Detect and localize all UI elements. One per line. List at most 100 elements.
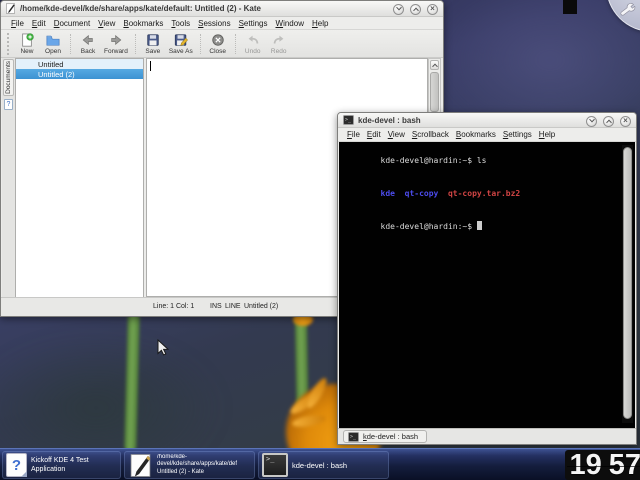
status-document-name: Untitled (2) xyxy=(244,303,278,310)
taskbar-panel: ? Kickoff KDE 4 Test Application /home/k… xyxy=(0,448,640,480)
document-list-item[interactable]: Untitled xyxy=(16,59,143,69)
clock-hours: 19 xyxy=(569,450,601,480)
kate-menubar: File Edit Document View Bookmarks Tools … xyxy=(1,17,443,30)
menu-settings[interactable]: Settings xyxy=(503,130,532,139)
menu-bookmarks[interactable]: Bookmarks xyxy=(456,130,496,139)
chevron-down-icon xyxy=(396,5,402,11)
forward-arrow-icon xyxy=(109,33,123,47)
minimize-button[interactable] xyxy=(586,116,597,127)
terminal-line: kde-devel@hardin:~$ ls xyxy=(342,144,635,177)
menu-tools[interactable]: Tools xyxy=(171,19,190,28)
close-icon: × xyxy=(430,5,435,13)
kickoff-question-icon: ? xyxy=(6,453,27,477)
konsole-session-tab[interactable]: >_ kde-devel : bash xyxy=(343,430,427,443)
kate-app-icon xyxy=(5,3,16,14)
screen-artifact xyxy=(563,0,577,14)
sidebar-tab-help-icon[interactable]: ? xyxy=(4,99,13,110)
menu-bookmarks[interactable]: Bookmarks xyxy=(123,19,163,28)
maximize-button[interactable] xyxy=(603,116,614,127)
close-circle-icon xyxy=(211,33,225,47)
konsole-icon: >_ xyxy=(262,453,288,477)
text-caret xyxy=(150,61,151,71)
kate-window-title: /home/kde-devel/kde/share/apps/kate/defa… xyxy=(20,4,261,13)
close-button[interactable]: × xyxy=(427,4,438,15)
undo-button[interactable]: Undo xyxy=(240,31,266,57)
konsole-window-title: kde-devel : bash xyxy=(358,116,421,125)
sidebar-tab-documents[interactable]: Documents xyxy=(3,59,14,96)
undo-arrow-icon xyxy=(246,33,260,47)
terminal-cursor xyxy=(477,221,482,230)
konsole-menubar: File Edit View Scrollback Bookmarks Sett… xyxy=(338,128,636,142)
redo-button[interactable]: Redo xyxy=(266,31,292,57)
kate-sidebar-tabstrip: Documents ? xyxy=(2,58,15,315)
konsole-window: >_ kde-devel : bash × File Edit View Scr… xyxy=(337,112,637,445)
kate-document-list: Untitled Untitled (2) xyxy=(15,58,144,314)
chevron-up-icon xyxy=(606,120,612,126)
menu-settings[interactable]: Settings xyxy=(239,19,268,28)
terminal-output[interactable]: kde-devel@hardin:~$ ls kde qt-copy qt-co… xyxy=(339,142,635,429)
back-button[interactable]: Back xyxy=(75,31,101,57)
open-folder-icon xyxy=(46,33,60,47)
save-floppy-icon xyxy=(146,33,160,47)
toolbar-handle[interactable] xyxy=(7,33,11,55)
flip-clock-seam xyxy=(567,466,640,467)
scrollbar-up-button[interactable] xyxy=(430,60,439,70)
konsole-tabbar: >_ kde-devel : bash xyxy=(338,428,636,444)
new-button[interactable]: New xyxy=(14,31,40,57)
redo-arrow-icon xyxy=(272,33,286,47)
kate-titlebar[interactable]: /home/kde-devel/kde/share/apps/kate/defa… xyxy=(1,1,443,17)
wrench-icon xyxy=(617,0,638,21)
maximize-button[interactable] xyxy=(410,4,421,15)
menu-edit[interactable]: Edit xyxy=(367,130,381,139)
new-document-icon xyxy=(20,33,34,47)
toolbar-separator xyxy=(200,34,201,54)
open-button[interactable]: Open xyxy=(40,31,66,57)
taskbar-item-kickoff[interactable]: ? Kickoff KDE 4 Test Application xyxy=(2,451,121,479)
konsole-titlebar[interactable]: >_ kde-devel : bash × xyxy=(338,113,636,128)
status-line-mode: LINE xyxy=(225,303,241,310)
page-fold xyxy=(21,471,27,477)
chevron-up-icon xyxy=(432,64,438,70)
toolbar-separator xyxy=(70,34,71,54)
minimize-button[interactable] xyxy=(393,4,404,15)
close-doc-button[interactable]: Close xyxy=(205,31,231,57)
back-arrow-icon xyxy=(81,33,95,47)
menu-view[interactable]: View xyxy=(388,130,405,139)
taskbar-item-konsole[interactable]: >_ kde-devel : bash xyxy=(258,451,389,479)
taskbar-item-kate[interactable]: /home/kde- devel/kde/share/apps/kate/def… xyxy=(124,451,255,479)
konsole-icon: >_ xyxy=(348,432,359,442)
menu-sessions[interactable]: Sessions xyxy=(198,19,230,28)
save-button[interactable]: Save xyxy=(140,31,166,57)
close-icon: × xyxy=(623,117,628,125)
menu-scrollback[interactable]: Scrollback xyxy=(412,130,449,139)
close-button[interactable]: × xyxy=(620,116,631,127)
digital-clock[interactable]: 19 57 xyxy=(565,450,640,480)
menu-document[interactable]: Document xyxy=(54,19,90,28)
menu-window[interactable]: Window xyxy=(276,19,304,28)
forward-button[interactable]: Forward xyxy=(101,31,131,57)
konsole-app-icon: >_ xyxy=(343,115,354,125)
menu-help[interactable]: Help xyxy=(312,19,328,28)
terminal-prompt-line: kde-devel@hardin:~$ xyxy=(342,210,635,243)
menu-edit[interactable]: Edit xyxy=(32,19,46,28)
chevron-down-icon xyxy=(589,117,595,123)
status-insert-mode: INS xyxy=(210,303,222,310)
chevron-up-icon xyxy=(413,8,419,14)
menu-file[interactable]: File xyxy=(347,130,360,139)
save-as-button[interactable]: Save As xyxy=(166,31,196,57)
menu-view[interactable]: View xyxy=(98,19,115,28)
scrollbar-thumb[interactable] xyxy=(623,147,632,419)
mouse-cursor xyxy=(157,339,169,357)
menu-file[interactable]: File xyxy=(11,19,24,28)
clock-minutes: 57 xyxy=(609,450,640,480)
terminal-line: kde qt-copy qt-copy.tar.bz2 xyxy=(342,177,635,210)
toolbar-separator xyxy=(235,34,236,54)
menu-help[interactable]: Help xyxy=(539,130,555,139)
kate-icon xyxy=(128,453,153,478)
terminal-scrollbar[interactable] xyxy=(622,145,633,423)
save-as-floppy-icon xyxy=(174,33,188,47)
desktop-screen: /home/kde-devel/kde/share/apps/kate/defa… xyxy=(0,0,640,480)
kate-toolbar: New Open Back Forward xyxy=(1,30,443,58)
document-list-item-selected[interactable]: Untitled (2) xyxy=(16,69,143,79)
scrollbar-thumb[interactable] xyxy=(430,72,439,112)
